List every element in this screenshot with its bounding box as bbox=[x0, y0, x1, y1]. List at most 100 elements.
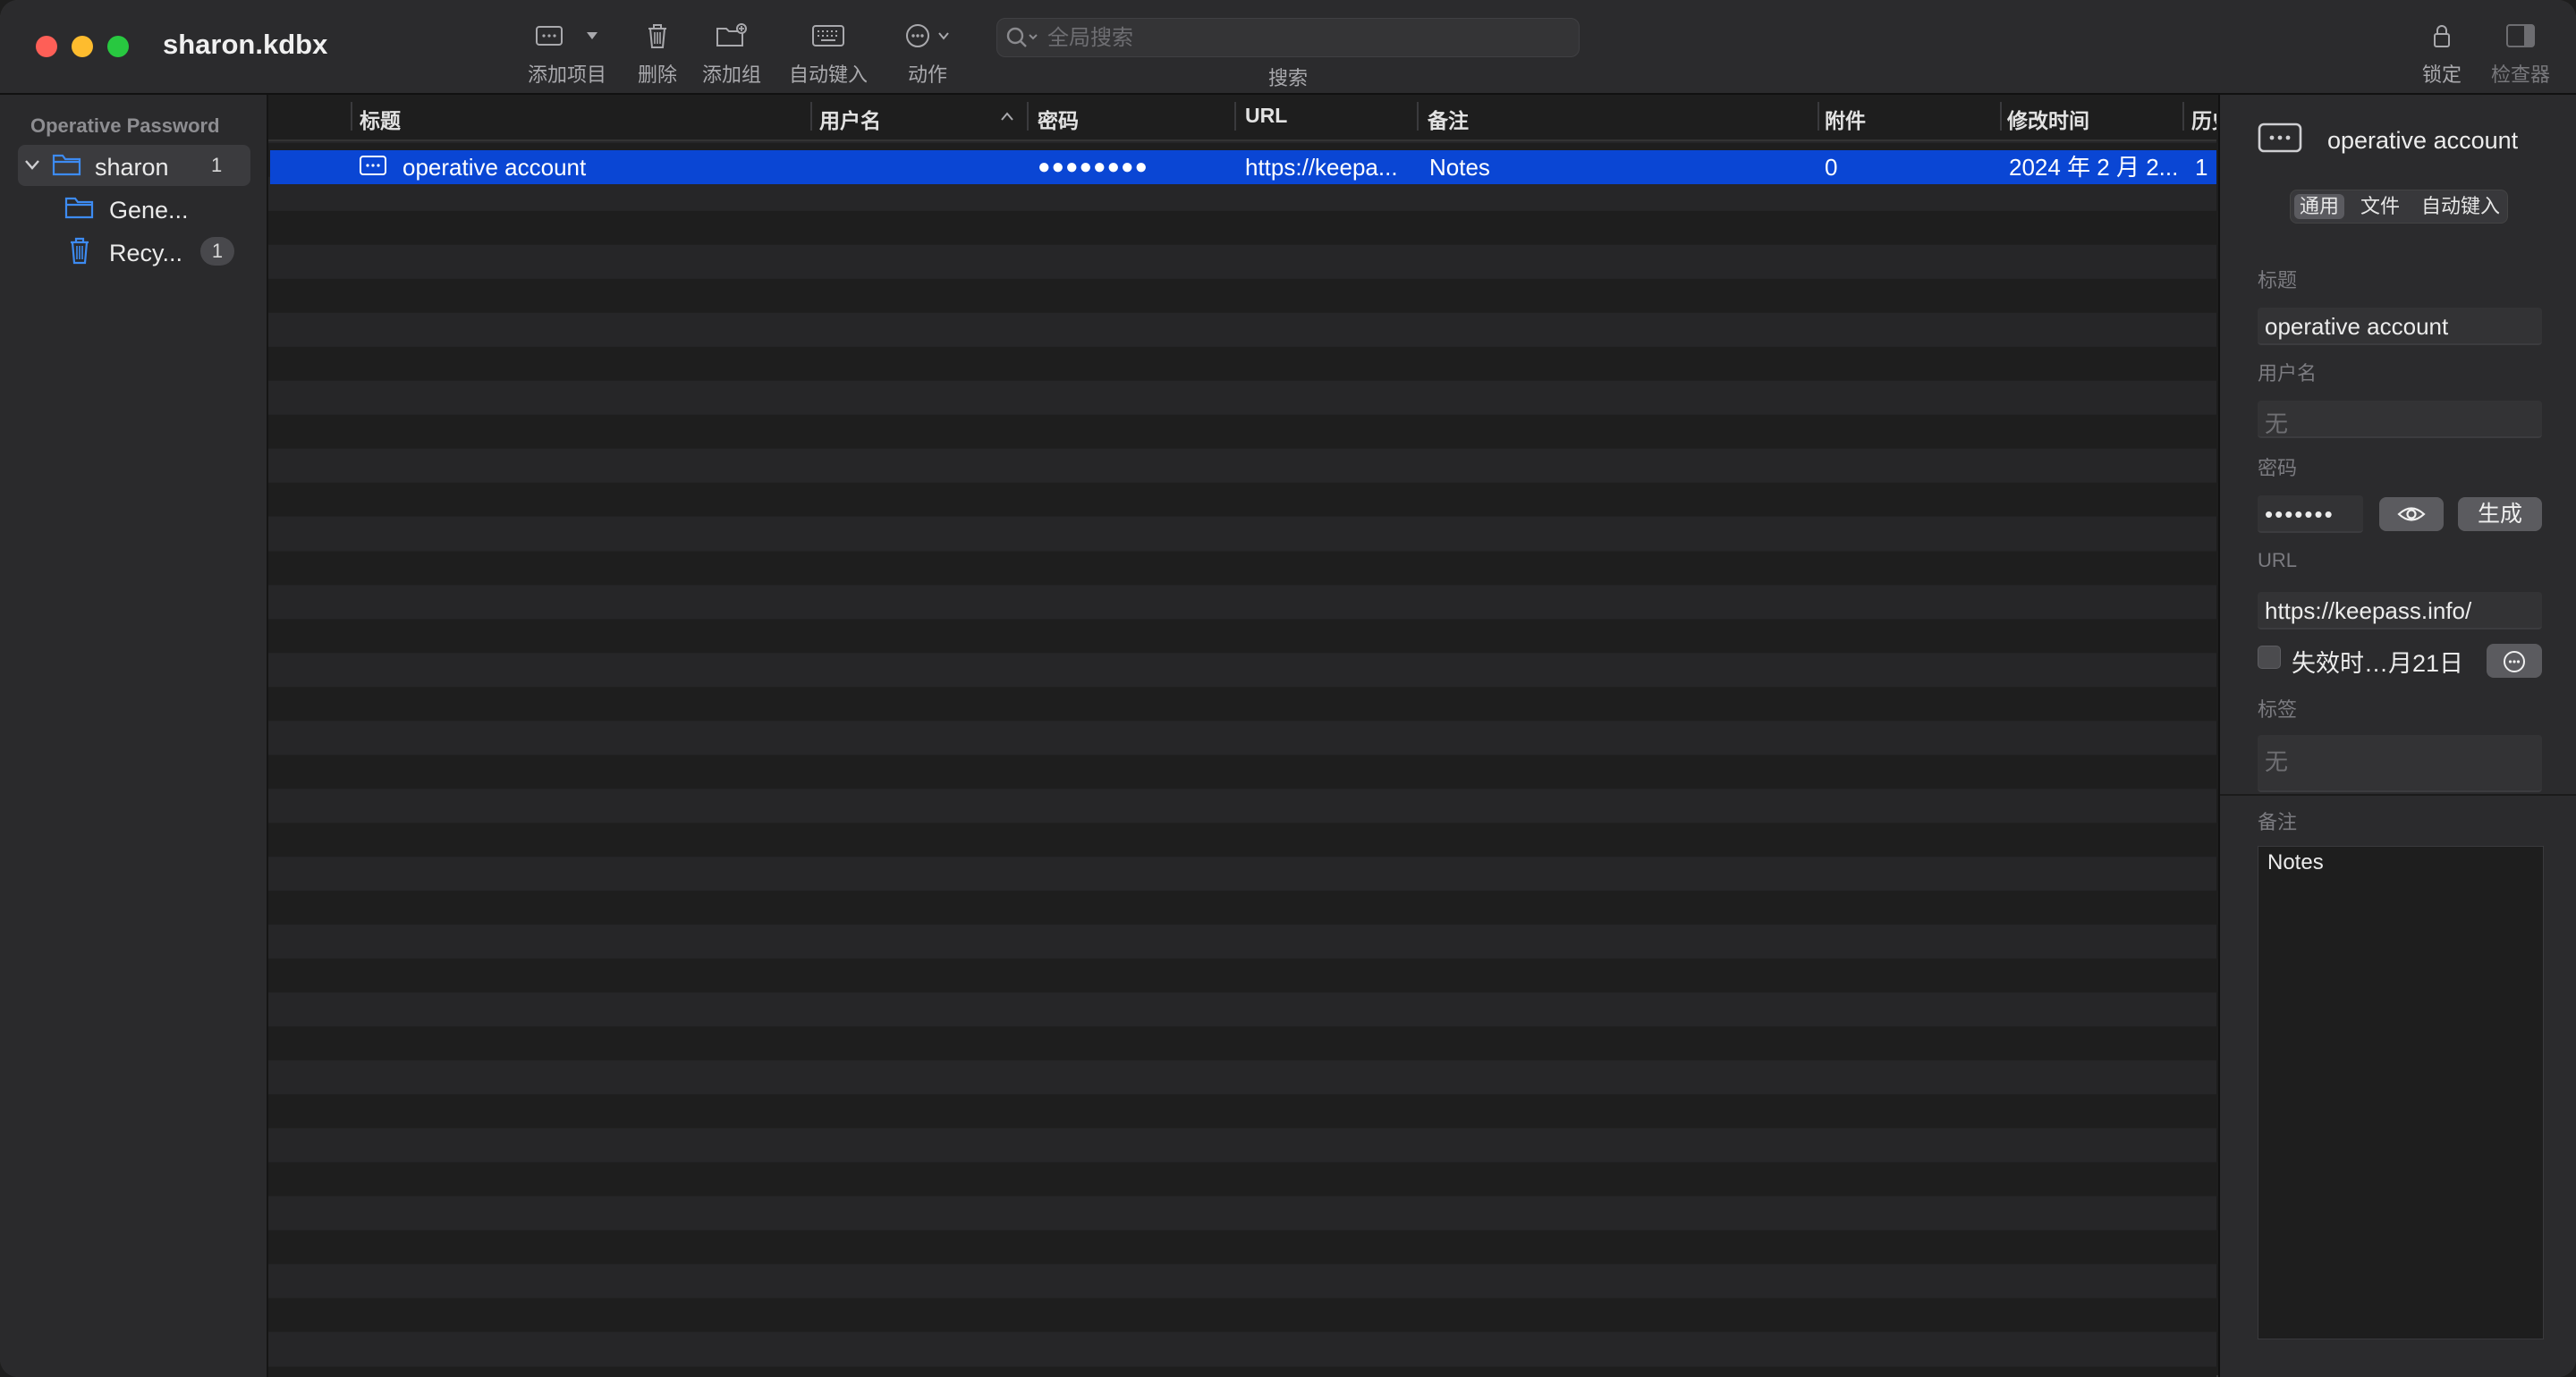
column-header-username[interactable]: 用户名 bbox=[819, 104, 998, 131]
item-count-badge: 1 bbox=[200, 237, 234, 266]
expiry-options-button[interactable] bbox=[2487, 644, 2542, 678]
tags-field[interactable]: 无 bbox=[2258, 735, 2542, 792]
sort-ascending-icon[interactable] bbox=[1000, 111, 1014, 122]
column-header-modified[interactable]: 修改时间 bbox=[2007, 104, 2168, 131]
dropdown-arrow-icon[interactable] bbox=[586, 31, 598, 40]
keyboard-icon bbox=[812, 25, 844, 46]
search-label: 搜索 bbox=[1268, 67, 1309, 89]
column-header-history[interactable]: 历史 bbox=[2191, 104, 2216, 131]
title-value: operative account bbox=[2265, 313, 2449, 340]
column-divider[interactable] bbox=[1818, 102, 1819, 131]
window-title: sharon.kdbx bbox=[163, 29, 328, 60]
sidebar-item-label: sharon bbox=[95, 154, 169, 181]
username-field[interactable]: 无 bbox=[2258, 401, 2542, 438]
column-header-notes[interactable]: 备注 bbox=[1428, 104, 1606, 131]
sidebar-item-general[interactable]: Gene... bbox=[18, 188, 250, 229]
add-group-label: 添加组 bbox=[701, 63, 761, 86]
tab-autotype[interactable]: 自动键入 bbox=[2416, 194, 2505, 219]
sidebar-section-title: Operative Password bbox=[30, 114, 220, 137]
sidebar-item-sharon[interactable]: sharon 1 bbox=[18, 145, 250, 186]
sidebar-item-label: Gene... bbox=[109, 197, 189, 224]
search-icon[interactable] bbox=[1006, 26, 1042, 49]
column-divider[interactable] bbox=[1234, 102, 1236, 131]
cell-title: operative account bbox=[402, 154, 587, 181]
autotype-button[interactable]: 自动键入 bbox=[785, 18, 871, 89]
notes-value: Notes bbox=[2267, 850, 2324, 874]
ellipsis-circle-icon bbox=[2504, 651, 2525, 672]
column-header-attachments[interactable]: 附件 bbox=[1825, 104, 1968, 131]
column-divider[interactable] bbox=[1417, 102, 1419, 131]
tags-placeholder: 无 bbox=[2265, 748, 2289, 775]
url-field[interactable]: https://keepass.info/ bbox=[2258, 592, 2542, 629]
column-divider[interactable] bbox=[810, 102, 812, 131]
sidebar-right-icon bbox=[2506, 24, 2535, 47]
add-entry-label: 添加项目 bbox=[527, 63, 606, 86]
reveal-password-button[interactable] bbox=[2379, 497, 2444, 531]
close-window-button[interactable] bbox=[36, 36, 57, 57]
trash-icon bbox=[71, 237, 89, 265]
cell-url: https://keepa... bbox=[1245, 154, 1398, 181]
search-field[interactable] bbox=[996, 18, 1580, 57]
notes-label: 备注 bbox=[2258, 811, 2298, 833]
expiry-checkbox[interactable] bbox=[2258, 646, 2281, 669]
tab-general[interactable]: 通用 bbox=[2294, 194, 2345, 219]
column-divider[interactable] bbox=[351, 102, 352, 131]
title-label: 标题 bbox=[2258, 269, 2298, 291]
divider bbox=[2220, 794, 2576, 796]
folder-icon bbox=[64, 197, 94, 219]
title-field[interactable]: operative account bbox=[2258, 308, 2542, 345]
cell-notes: Notes bbox=[1429, 154, 1490, 181]
eye-icon bbox=[2397, 507, 2426, 521]
inspector-label: 检查器 bbox=[2490, 63, 2550, 86]
toolbar: sharon.kdbx 添加项目 删除 添加组 自动键入 动作 全局搜索 搜索 … bbox=[0, 0, 2576, 95]
sidebar-item-label: Recy... bbox=[109, 240, 183, 266]
action-label: 动作 bbox=[907, 63, 947, 86]
entry-icon bbox=[536, 26, 563, 46]
column-header-title[interactable]: 标题 bbox=[360, 104, 592, 131]
trash-icon bbox=[648, 24, 666, 48]
column-divider[interactable] bbox=[2182, 102, 2184, 131]
sidebar-item-recycle-bin[interactable]: Recy... 1 bbox=[18, 231, 250, 272]
minimize-window-button[interactable] bbox=[72, 36, 93, 57]
expiry-label: 失效时…月21日 bbox=[2292, 650, 2464, 677]
table-header: 标题 用户名 密码 URL 备注 附件 修改时间 历史 bbox=[268, 95, 2216, 141]
cell-history: 1 bbox=[2195, 154, 2208, 181]
item-count: 1 bbox=[211, 154, 223, 176]
zoom-window-button[interactable] bbox=[107, 36, 129, 57]
search-input[interactable] bbox=[1046, 22, 1568, 55]
entry-icon bbox=[2258, 122, 2302, 153]
password-value: ••••••• bbox=[2265, 501, 2334, 528]
column-header-password[interactable]: 密码 bbox=[1038, 104, 1216, 131]
inspector-toggle-button[interactable]: 检查器 bbox=[2485, 18, 2556, 89]
add-entry-button[interactable]: 添加项目 bbox=[522, 18, 612, 89]
lock-icon bbox=[2434, 25, 2450, 47]
column-divider[interactable] bbox=[2000, 102, 2002, 131]
column-header-url[interactable]: URL bbox=[1245, 104, 1406, 131]
action-menu-button[interactable]: 动作 bbox=[894, 18, 961, 89]
folder-add-icon bbox=[716, 23, 747, 46]
username-placeholder: 无 bbox=[2265, 410, 2289, 437]
cell-password: ●●●●●●●● bbox=[1038, 155, 1148, 179]
cell-username bbox=[819, 152, 1025, 182]
tab-files[interactable]: 文件 bbox=[2355, 194, 2405, 219]
table-row[interactable]: operative account ●●●●●●●● https://keepa… bbox=[270, 150, 2216, 184]
sidebar: Operative Password sharon 1 Gene... Recy… bbox=[0, 95, 268, 1377]
lock-button[interactable]: 锁定 bbox=[2415, 18, 2469, 89]
add-group-button[interactable]: 添加组 bbox=[694, 18, 769, 89]
disclosure-chevron-icon[interactable] bbox=[23, 156, 41, 173]
inspector-entry-title: operative account bbox=[2327, 127, 2519, 154]
column-divider[interactable] bbox=[1027, 102, 1029, 131]
cell-attachments: 0 bbox=[1825, 154, 1838, 181]
generate-password-button[interactable]: 生成 bbox=[2458, 497, 2542, 531]
delete-label: 删除 bbox=[637, 63, 677, 86]
ellipsis-circle-icon bbox=[906, 24, 929, 47]
password-label: 密码 bbox=[2258, 457, 2298, 479]
delete-button[interactable]: 删除 bbox=[626, 18, 689, 89]
folder-icon bbox=[52, 154, 81, 176]
url-value: https://keepass.info/ bbox=[2265, 597, 2472, 624]
username-label: 用户名 bbox=[2258, 362, 2318, 384]
inspector-tabs: 通用 文件 自动键入 bbox=[2290, 190, 2508, 224]
entries-table: 标题 用户名 密码 URL 备注 附件 修改时间 历史 operative ac… bbox=[268, 95, 2216, 1377]
password-field[interactable]: ••••••• bbox=[2258, 495, 2363, 533]
notes-textarea[interactable]: Notes bbox=[2258, 846, 2544, 1339]
